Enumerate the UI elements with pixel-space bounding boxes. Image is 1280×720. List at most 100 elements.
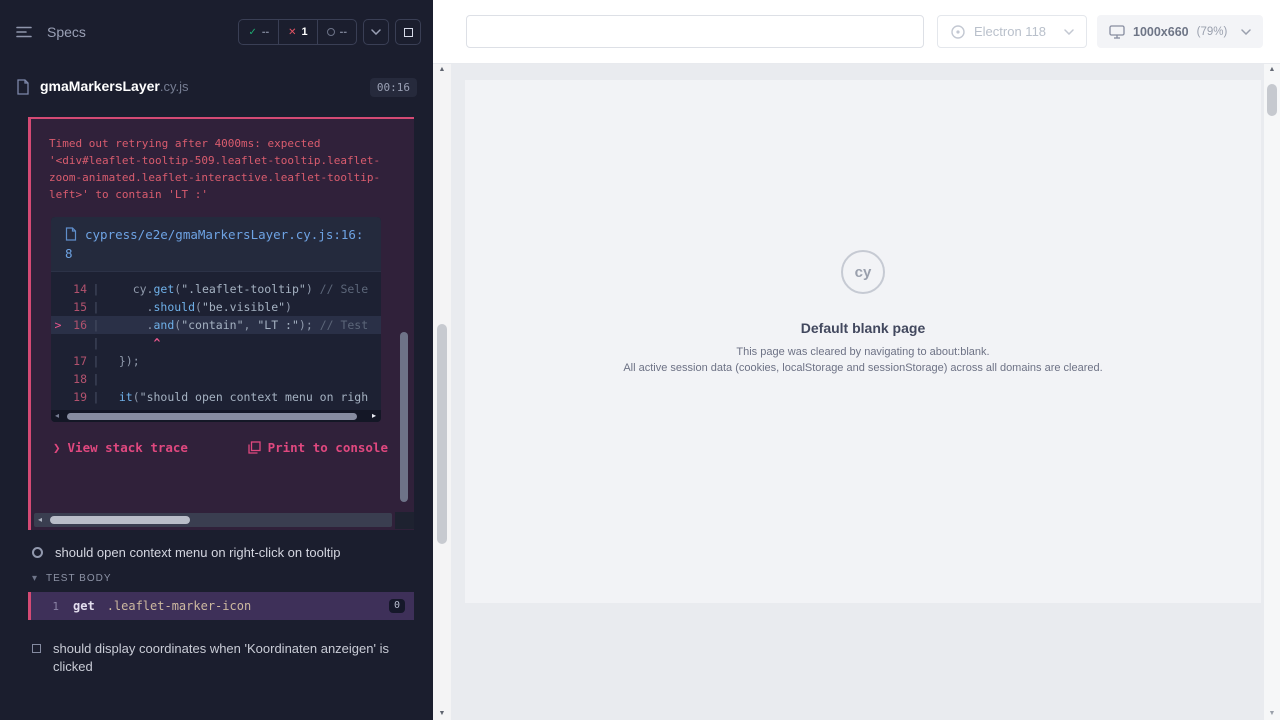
blank-page-message-2: All active session data (cookies, localS… <box>623 362 1102 374</box>
code-line: 17| }); <box>51 352 381 370</box>
code-segment: // Sele <box>320 282 368 296</box>
code-segment: "LT :" <box>257 318 299 332</box>
code-segment: "should open context menu on righ <box>140 390 368 404</box>
stop-run-button[interactable] <box>395 19 421 45</box>
reporter-vscrollbar-thumb[interactable] <box>400 332 408 502</box>
chevron-down-icon <box>1241 29 1251 35</box>
line-number: 18 <box>65 370 87 388</box>
test-body-collapsible[interactable]: ▾ TEST BODY <box>32 573 112 584</box>
spec-name-ext: .cy.js <box>160 79 189 94</box>
code-frame-header: cypress/e2e/gmaMarkersLayer.cy.js:16:8 <box>51 217 381 272</box>
gutter-pipe: | <box>87 316 105 334</box>
code-file-icon <box>65 227 77 241</box>
x-icon: ✕ <box>288 27 296 38</box>
code-frame-scrollbar-thumb[interactable] <box>67 413 357 420</box>
viewport-size-control[interactable]: 1000x660 (79%) <box>1097 15 1263 48</box>
gutter-pipe: | <box>87 280 105 298</box>
scroll-right-arrow-icon[interactable]: ▸ <box>372 411 376 420</box>
error-line-arrow <box>51 298 65 316</box>
command-log-row[interactable]: 1 get .leaflet-marker-icon 0 <box>28 592 414 620</box>
code-frame-horizontal-scrollbar[interactable]: ◂ ▸ <box>51 410 381 422</box>
failed-count: 1 <box>302 26 308 38</box>
reporter-hscrollbar-thumb[interactable] <box>50 516 190 524</box>
test-stats-group: ✓ -- ✕ 1 -- <box>238 19 357 45</box>
code-line: 18| <box>51 370 381 388</box>
aut-toolbar: Electron 118 1000x660 (79%) <box>433 0 1280 64</box>
reporter-vertical-scrollbar[interactable]: ▲ ▼ <box>433 64 451 720</box>
browser-select[interactable]: Electron 118 <box>937 15 1087 48</box>
code-segment: ) <box>285 300 292 314</box>
command-method: get <box>73 599 95 613</box>
pending-count: -- <box>340 26 347 38</box>
reporter-scrollbar-thumb[interactable] <box>437 324 447 544</box>
print-to-console-link[interactable]: Print to console <box>248 440 388 455</box>
address-bar-input[interactable] <box>466 15 924 48</box>
code-line: 15| .should("be.visible") <box>51 298 381 316</box>
stat-passed: ✓ -- <box>239 20 278 44</box>
view-stack-trace-label: View stack trace <box>68 440 188 455</box>
reporter-header-left: Specs <box>12 22 86 42</box>
test-item-coordinates[interactable]: should display coordinates when 'Koordin… <box>32 640 400 676</box>
error-actions-row: ❯ View stack trace Print to console <box>49 440 394 455</box>
code-segment: ); <box>299 318 320 332</box>
code-frame: cypress/e2e/gmaMarkersLayer.cy.js:16:8 1… <box>51 217 381 422</box>
browser-label: Electron 118 <box>974 24 1046 39</box>
scroll-down-arrow-icon[interactable]: ▼ <box>433 710 451 717</box>
scroll-left-arrow-icon[interactable]: ◂ <box>55 411 59 420</box>
code-text: ^ <box>105 334 160 352</box>
scroll-left-arrow-icon[interactable]: ◂ <box>38 515 42 524</box>
command-number: 1 <box>31 600 59 613</box>
specs-title: Specs <box>47 24 86 40</box>
chevron-down-icon <box>1064 29 1074 35</box>
reporter-panel: Specs ✓ -- ✕ 1 -- <box>0 0 433 720</box>
spec-file-icon <box>16 79 30 95</box>
view-stack-trace-link[interactable]: ❯ View stack trace <box>53 440 188 455</box>
spec-header-row[interactable]: gmaMarkersLayer.cy.js 00:16 <box>0 64 433 110</box>
error-line-arrow <box>51 370 65 388</box>
aut-viewport-area: cy Default blank page This page was clea… <box>451 64 1280 720</box>
collapse-all-button[interactable] <box>363 19 389 45</box>
reporter-horizontal-scrollbar[interactable]: ◂ <box>34 513 392 527</box>
scrollbar-corner <box>395 512 414 529</box>
test-title: should display coordinates when 'Koordin… <box>53 640 400 676</box>
aut-vertical-scrollbar[interactable]: ▲ ▼ <box>1264 64 1280 720</box>
viewport-dimensions: 1000x660 <box>1133 25 1189 39</box>
aut-iframe: cy Default blank page This page was clea… <box>465 80 1261 603</box>
gutter-pipe: | <box>87 352 105 370</box>
test-item-context-menu[interactable]: should open context menu on right-click … <box>32 545 340 560</box>
reporter-header: Specs ✓ -- ✕ 1 -- <box>0 0 433 64</box>
test-body-label: TEST BODY <box>46 573 112 584</box>
code-segment <box>105 336 153 350</box>
cypress-runner-window: Specs ✓ -- ✕ 1 -- <box>0 0 1280 720</box>
scroll-up-arrow-icon[interactable]: ▲ <box>1264 66 1280 73</box>
specs-list-toggle-button[interactable] <box>12 22 37 42</box>
error-line-arrow <box>51 352 65 370</box>
spec-duration-badge: 00:16 <box>370 78 417 97</box>
check-icon: ✓ <box>248 27 256 38</box>
code-line: 19| it("should open context menu on righ <box>51 388 381 406</box>
code-segment: should <box>153 300 195 314</box>
error-line-arrow <box>51 280 65 298</box>
code-segment: ^ <box>153 336 160 350</box>
electron-browser-icon <box>950 24 966 40</box>
stop-icon <box>404 28 413 37</box>
gutter-pipe: | <box>87 298 105 316</box>
scroll-down-arrow-icon[interactable]: ▼ <box>1264 710 1280 717</box>
code-segment: it <box>119 390 133 404</box>
line-number <box>65 334 87 352</box>
viewport-zoom: (79%) <box>1197 26 1228 38</box>
reporter-header-controls: ✓ -- ✕ 1 -- <box>238 19 421 45</box>
scroll-up-arrow-icon[interactable]: ▲ <box>433 66 451 73</box>
code-segment: ( <box>195 300 202 314</box>
blank-page-message-1: This page was cleared by navigating to a… <box>736 346 989 358</box>
aut-scrollbar-thumb[interactable] <box>1267 84 1277 116</box>
code-segment: . <box>105 300 153 314</box>
code-frame-file-link[interactable]: cypress/e2e/gmaMarkersLayer.cy.js:16:8 <box>65 227 363 261</box>
code-text: }); <box>105 352 140 370</box>
error-line-arrow: > <box>51 316 65 334</box>
code-segment: "be.visible" <box>202 300 285 314</box>
code-segment <box>105 390 119 404</box>
spec-name-base: gmaMarkersLayer <box>40 78 160 94</box>
gutter-pipe: | <box>87 370 105 388</box>
code-text: cy.get(".leaflet-tooltip") // Sele <box>105 280 368 298</box>
